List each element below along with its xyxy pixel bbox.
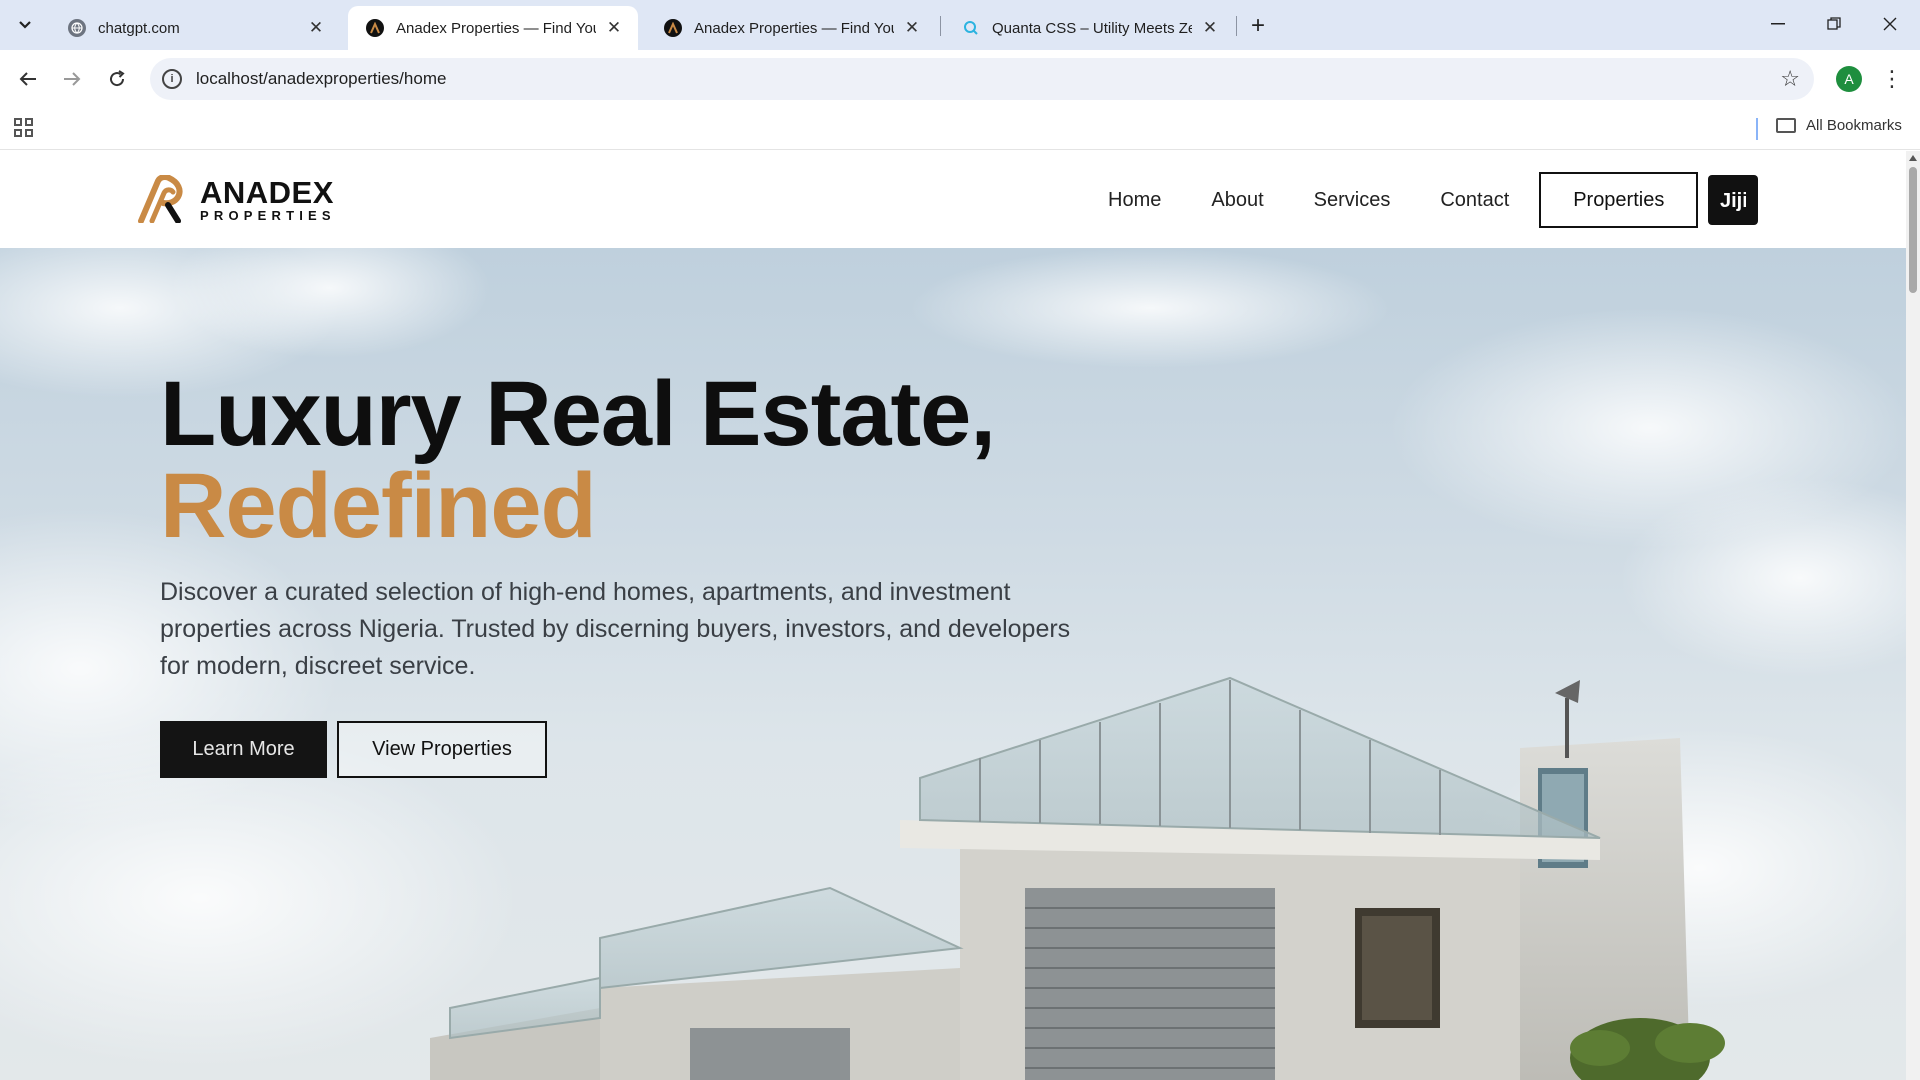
nav-link-about[interactable]: About	[1211, 189, 1263, 212]
learn-more-button[interactable]: Learn More	[160, 721, 327, 778]
close-tab-icon[interactable]: ✕	[902, 18, 922, 38]
close-window-icon[interactable]	[1868, 8, 1912, 40]
nav-link-services[interactable]: Services	[1314, 189, 1391, 212]
tab-title: chatgpt.com	[98, 19, 180, 37]
close-tab-icon[interactable]: ✕	[1200, 18, 1220, 38]
site-logo[interactable]: ANADEX PROPERTIES	[138, 175, 336, 223]
site-header: ANADEX PROPERTIES Home About Services Co…	[0, 151, 1906, 248]
reload-icon[interactable]	[101, 63, 133, 95]
tab-title: Anadex Properties — Find Your	[694, 19, 894, 37]
anadex-favicon-icon	[664, 19, 682, 37]
forward-arrow-icon[interactable]	[56, 63, 88, 95]
bookmarks-divider	[1756, 118, 1758, 140]
browser-tab-4[interactable]: Quanta CSS – Utility Meets Zen ✕	[944, 6, 1234, 50]
all-bookmarks-button[interactable]: All Bookmarks	[1776, 117, 1902, 134]
main-nav: Home About Services Contact Properties J…	[1108, 172, 1759, 228]
logo-subtitle: PROPERTIES	[200, 207, 336, 223]
tab-title: Anadex Properties — Find Your	[396, 19, 596, 37]
browser-tab-1[interactable]: chatgpt.com ✕	[50, 6, 340, 50]
anadex-logo-mark-icon	[138, 175, 183, 223]
address-bar[interactable]: i localhost/anadexproperties/home ☆	[150, 58, 1814, 100]
all-bookmarks-label: All Bookmarks	[1806, 117, 1902, 134]
chevron-down-icon	[19, 21, 31, 29]
hero-title-accent: Redefined	[160, 455, 597, 557]
view-properties-button[interactable]: View Properties	[337, 721, 547, 778]
tab-title: Quanta CSS – Utility Meets Zen	[992, 19, 1192, 37]
browser-tab-3[interactable]: Anadex Properties — Find Your ✕	[646, 6, 936, 50]
nav-link-home[interactable]: Home	[1108, 189, 1161, 212]
hero-description: Discover a curated selection of high-end…	[160, 578, 1071, 680]
globe-icon	[68, 19, 86, 37]
hero-buttons: Learn More View Properties	[160, 721, 1120, 778]
hero-section: Luxury Real Estate, Redefined Discover a…	[0, 248, 1906, 1080]
tab-search-dropdown[interactable]	[8, 9, 42, 41]
close-tab-icon[interactable]: ✕	[604, 18, 624, 38]
browser-tabstrip: chatgpt.com ✕ Anadex Properties — Find Y…	[0, 0, 1920, 50]
apps-grid-icon[interactable]	[14, 118, 34, 138]
scrollbar-thumb[interactable]	[1909, 167, 1917, 293]
new-tab-plus-icon[interactable]: +	[1244, 12, 1272, 40]
hero-content: Luxury Real Estate, Redefined Discover a…	[160, 368, 1120, 778]
anadex-favicon-icon	[366, 19, 384, 37]
minimize-icon[interactable]	[1756, 8, 1800, 40]
restore-icon[interactable]	[1812, 8, 1856, 40]
logo-name: ANADEX	[200, 174, 334, 210]
hero-title: Luxury Real Estate, Redefined	[160, 368, 1120, 552]
tab-separator	[1236, 16, 1237, 36]
back-arrow-icon[interactable]	[12, 63, 44, 95]
bookmark-star-icon[interactable]: ☆	[1780, 66, 1800, 92]
folder-icon	[1776, 118, 1796, 133]
browser-menu-icon[interactable]: ⋮	[1880, 64, 1904, 94]
nav-link-contact[interactable]: Contact	[1440, 189, 1509, 212]
jiji-button[interactable]: Jiji	[1708, 175, 1759, 225]
profile-avatar[interactable]: A	[1836, 66, 1862, 92]
scroll-up-arrow-icon[interactable]	[1909, 155, 1917, 161]
quanta-favicon-icon	[962, 19, 980, 37]
tab-separator	[940, 16, 941, 36]
close-tab-icon[interactable]: ✕	[306, 18, 326, 38]
hero-title-line1: Luxury Real Estate,	[160, 363, 996, 465]
bookmarks-bar: All Bookmarks	[0, 108, 1920, 150]
page-viewport: ANADEX PROPERTIES Home About Services Co…	[0, 151, 1906, 1080]
site-info-icon[interactable]: i	[162, 69, 182, 89]
jiji-logo-icon: Jiji	[1720, 190, 1746, 211]
browser-tab-2[interactable]: Anadex Properties — Find Your ✕	[348, 6, 638, 50]
page-scrollbar[interactable]	[1906, 151, 1920, 1080]
url-text[interactable]: localhost/anadexproperties/home	[196, 69, 446, 89]
svg-text:Jiji: Jiji	[1720, 190, 1746, 211]
browser-toolbar: i localhost/anadexproperties/home ☆ A ⋮	[0, 50, 1920, 108]
properties-button[interactable]: Properties	[1539, 172, 1699, 228]
